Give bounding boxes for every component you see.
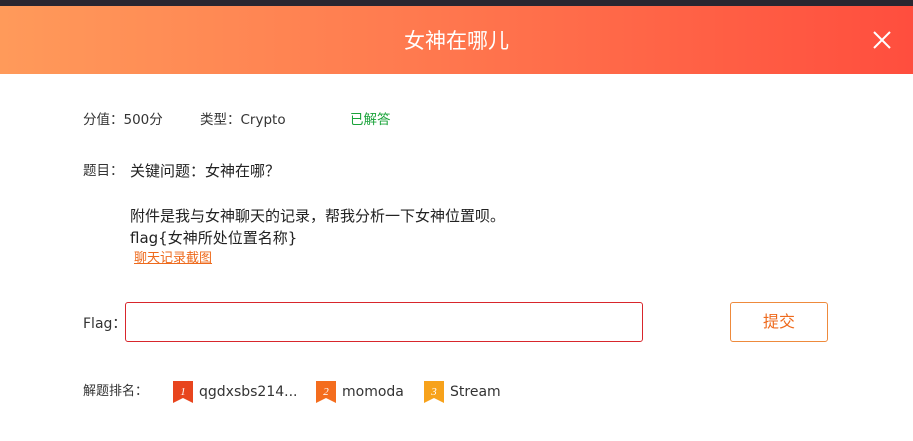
question-line: 附件是我与女神聊天的记录，帮我分析一下女神位置呗。 bbox=[130, 207, 506, 225]
solved-status: 已解答 bbox=[350, 112, 391, 128]
rank-badge-icon: 2 bbox=[316, 381, 336, 403]
question-line: flag{女神所处位置名称} bbox=[130, 229, 298, 247]
ranking-user: momoda bbox=[342, 384, 404, 400]
question-line: 关键问题：女神在哪？ bbox=[130, 162, 281, 180]
modal-header: 女神在哪儿 bbox=[0, 6, 913, 74]
svg-text:2: 2 bbox=[323, 386, 329, 398]
type-text: 类型：Crypto bbox=[200, 112, 286, 128]
submit-button[interactable]: 提交 bbox=[730, 302, 828, 342]
score-text: 分值：500分 bbox=[83, 112, 163, 128]
close-icon[interactable] bbox=[871, 29, 893, 51]
ranking-label: 解题排名： bbox=[83, 384, 149, 399]
flag-label: Flag： bbox=[83, 316, 127, 332]
ranking-user: qgdxsbs214... bbox=[199, 384, 298, 400]
attachment-link[interactable]: 聊天记录截图 bbox=[134, 251, 212, 267]
svg-text:1: 1 bbox=[180, 386, 186, 398]
modal-title: 女神在哪儿 bbox=[404, 29, 509, 53]
question-label: 题目： bbox=[83, 163, 124, 179]
flag-input[interactable] bbox=[125, 302, 643, 342]
ranking-user: Stream bbox=[450, 384, 501, 400]
rank-badge-icon: 3 bbox=[424, 381, 444, 403]
svg-text:3: 3 bbox=[430, 386, 437, 398]
rank-badge-icon: 1 bbox=[173, 381, 193, 403]
